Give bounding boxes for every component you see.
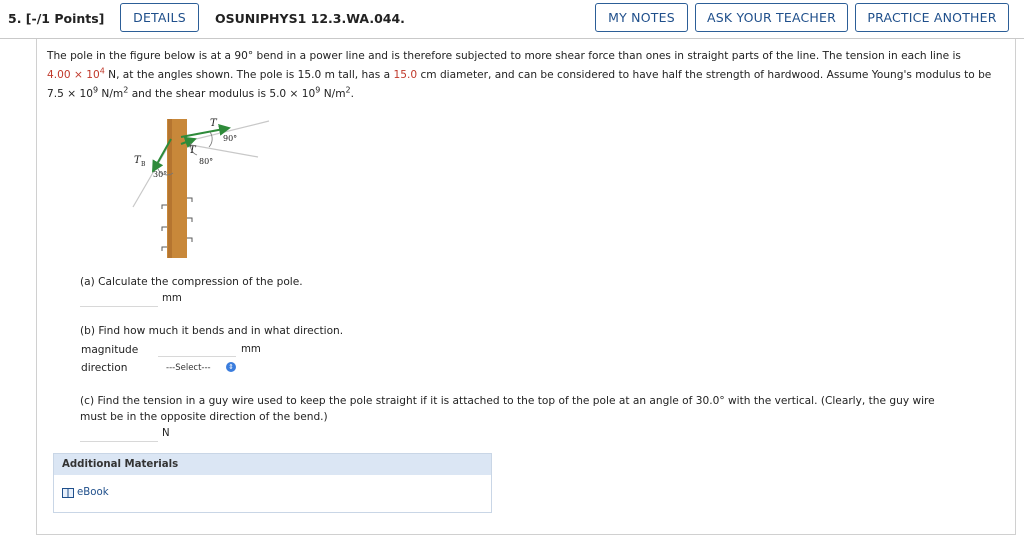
part-a-unit: mm	[162, 293, 182, 304]
direction-select-value: ---Select---	[166, 362, 211, 373]
part-c-unit: N	[162, 428, 170, 439]
question-points: 5. [-/1 Points]	[8, 11, 105, 26]
part-c-question-line2: must be in the opposite direction of the…	[80, 411, 328, 423]
additional-materials-panel: Additional Materials eBook	[53, 453, 492, 513]
ebook-link[interactable]: eBook	[62, 487, 109, 498]
direction-select[interactable]: ---Select--- ⇕	[160, 360, 238, 375]
part-c-answer-input[interactable]	[80, 426, 158, 442]
select-arrows-icon: ⇕	[226, 362, 236, 372]
part-b-question: (b) Find how much it bends and in what d…	[80, 325, 344, 337]
part-a-answer-input[interactable]	[80, 291, 158, 307]
question-header: 5. [-/1 Points] DETAILS OSUNIPHYS1 12.3.…	[0, 0, 1024, 39]
assignment-code: OSUNIPHYS1 12.3.WA.044.	[215, 11, 405, 26]
magnitude-label: magnitude	[81, 344, 139, 356]
ask-teacher-button[interactable]: ASK YOUR TEACHER	[695, 3, 848, 32]
label-angle-80: 80°	[199, 157, 213, 166]
tension-value: 4.00 × 104	[47, 66, 105, 81]
label-angle-30: 30°	[153, 170, 167, 179]
book-icon	[62, 487, 74, 498]
problem-statement: The pole in the figure below is at a 90°…	[47, 50, 992, 100]
part-c-question-line1: (c) Find the tension in a guy wire used …	[80, 395, 935, 407]
ebook-label: eBook	[77, 487, 109, 498]
diameter-value: 15.0	[393, 69, 418, 81]
label-tb-sub: B	[141, 161, 146, 168]
label-angle-90: 90°	[223, 134, 237, 143]
details-button[interactable]: DETAILS	[120, 3, 199, 32]
angle-arc-90	[208, 131, 213, 148]
my-notes-button[interactable]: MY NOTES	[595, 3, 688, 32]
direction-label: direction	[81, 362, 128, 374]
magnitude-unit: mm	[241, 344, 261, 355]
practice-another-button[interactable]: PRACTICE ANOTHER	[855, 3, 1009, 32]
part-a-question: (a) Calculate the compression of the pol…	[80, 276, 303, 288]
pole-figure: T T T B 90° 80° 30°	[132, 118, 270, 258]
problem-line1: The pole in the figure below is at a 90°…	[47, 50, 961, 62]
magnitude-input[interactable]	[158, 341, 236, 357]
additional-materials-title: Additional Materials	[54, 454, 491, 475]
label-t-top: T	[210, 118, 218, 129]
